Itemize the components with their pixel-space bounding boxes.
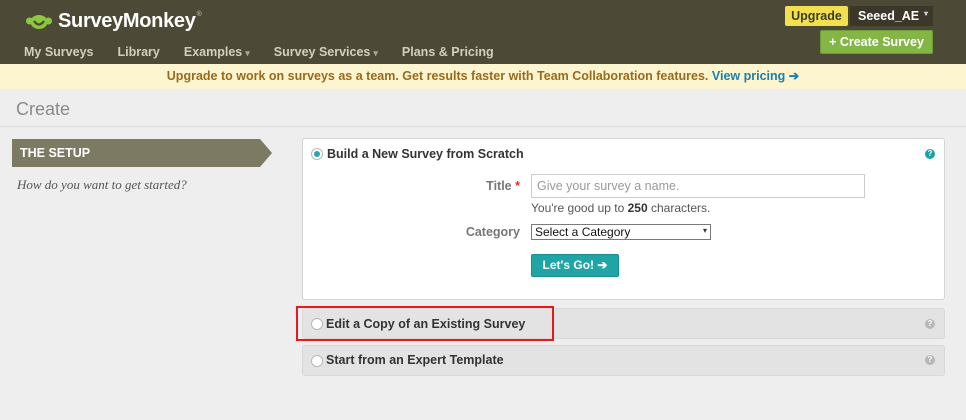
hint-char-count: 250: [627, 201, 648, 215]
nav-label: Library: [117, 45, 160, 59]
divider: [0, 126, 966, 127]
setup-tab-arrow: [260, 139, 272, 167]
highlight-annotation-box: [296, 306, 554, 341]
nav-survey-services[interactable]: Survey Services ▾: [274, 45, 378, 59]
title-char-hint: You're good up to 250 characters.: [531, 201, 710, 215]
logo-text: SurveyMonkey: [58, 9, 196, 32]
category-field-label: Category: [465, 225, 520, 239]
page-title: Create: [16, 99, 71, 119]
nav-library[interactable]: Library: [117, 45, 159, 59]
required-asterisk: *: [515, 179, 520, 193]
upgrade-banner: Upgrade to work on surveys as a team. Ge…: [0, 64, 966, 89]
setup-description: How do you want to get started?: [17, 177, 187, 192]
view-pricing-link[interactable]: View pricing ➔: [712, 69, 799, 83]
help-icon[interactable]: ?: [925, 355, 935, 365]
nav-label: Plans & Pricing: [401, 45, 494, 59]
user-account-menu[interactable]: Seeed_AE ▾: [850, 6, 933, 26]
title-field-label: Title *: [453, 179, 520, 193]
build-from-scratch-radio[interactable]: [311, 148, 323, 160]
chevron-down-icon: ▾: [373, 48, 378, 58]
expert-template-radio[interactable]: [311, 355, 323, 367]
create-survey-button[interactable]: + Create Survey: [820, 30, 933, 54]
help-icon[interactable]: ?: [925, 319, 935, 329]
nav-examples[interactable]: Examples ▾: [184, 45, 250, 59]
lets-go-button[interactable]: Let's Go! ➔: [531, 254, 619, 277]
chevron-down-icon: ▾: [923, 9, 928, 18]
registered-mark: ®: [196, 11, 202, 18]
nav-my-surveys[interactable]: My Surveys: [24, 45, 93, 59]
main-nav: My Surveys Library Examples ▾ Survey Serv…: [24, 44, 518, 60]
chevron-down-icon: ▾: [702, 226, 707, 235]
help-icon[interactable]: ?: [925, 149, 935, 159]
build-from-scratch-panel: Build a New Survey from Scratch ? Title …: [302, 138, 945, 300]
build-from-scratch-label[interactable]: Build a New Survey from Scratch: [327, 147, 524, 161]
hint-prefix: You're good up to: [531, 201, 625, 215]
category-select[interactable]: Select a Category ▾: [531, 224, 711, 240]
hint-suffix: characters.: [650, 201, 711, 215]
nav-plans-pricing[interactable]: Plans & Pricing: [402, 45, 494, 59]
setup-tab: THE SETUP: [12, 139, 260, 167]
nav-label: Examples: [183, 45, 243, 59]
expert-template-label[interactable]: Start from an Expert Template: [326, 353, 504, 367]
nav-label: Survey Services: [273, 45, 371, 59]
expert-template-panel[interactable]: Start from an Expert Template ?: [302, 345, 945, 376]
chevron-down-icon: ▾: [245, 48, 250, 58]
monkey-logo-icon: [26, 11, 52, 31]
top-navigation-bar: SurveyMonkey ® My Surveys Library Exampl…: [0, 0, 966, 64]
title-label-text: Title: [486, 179, 512, 193]
surveymonkey-logo[interactable]: SurveyMonkey ®: [26, 9, 202, 33]
upgrade-button[interactable]: Upgrade: [785, 6, 848, 26]
nav-label: My Surveys: [24, 45, 94, 59]
username: Seeed_AE: [858, 9, 920, 23]
banner-text: Upgrade to work on surveys as a team. Ge…: [166, 69, 709, 83]
survey-title-input[interactable]: [531, 174, 865, 198]
category-selected-value: Select a Category: [535, 225, 631, 239]
